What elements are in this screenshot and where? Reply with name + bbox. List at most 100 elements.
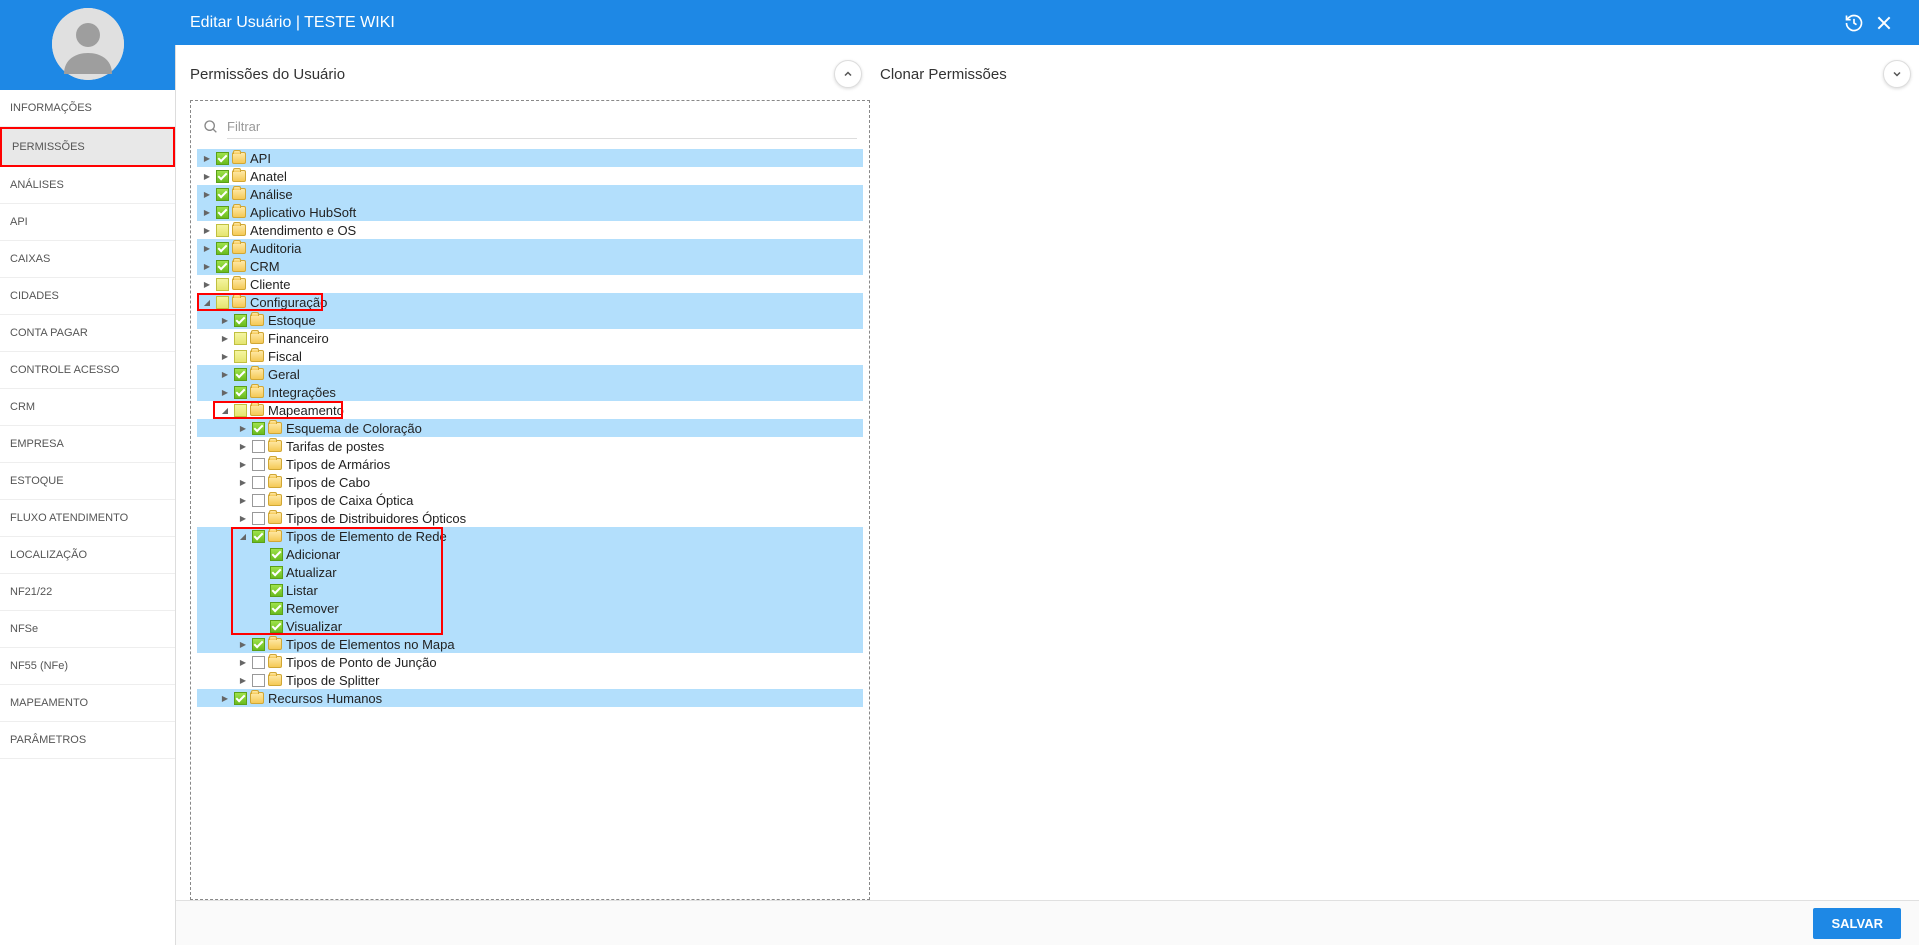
tree-toggle-icon[interactable]: ▶ — [237, 640, 249, 649]
tree-checkbox[interactable] — [216, 170, 229, 183]
sidebar-item[interactable]: FLUXO ATENDIMENTO — [0, 500, 175, 537]
tree-checkbox[interactable] — [270, 584, 283, 597]
tree-checkbox[interactable] — [216, 260, 229, 273]
tree-toggle-icon[interactable]: ▶ — [201, 262, 213, 271]
tree-row[interactable]: ▶Geral — [197, 365, 863, 383]
permissions-tree[interactable]: ▶API▶Anatel▶Análise▶Aplicativo HubSoft▶A… — [197, 149, 863, 893]
tree-checkbox[interactable] — [216, 152, 229, 165]
tree-checkbox[interactable] — [216, 296, 229, 309]
tree-checkbox[interactable] — [234, 314, 247, 327]
close-icon[interactable] — [1869, 8, 1899, 38]
tree-row[interactable]: ▶CRM — [197, 257, 863, 275]
tree-row[interactable]: ◢Configuração — [197, 293, 863, 311]
tree-toggle-icon[interactable]: ▶ — [237, 460, 249, 469]
tree-checkbox[interactable] — [252, 638, 265, 651]
tree-row[interactable]: Atualizar — [197, 563, 863, 581]
sidebar-item[interactable]: CONTA PAGAR — [0, 315, 175, 352]
tree-checkbox[interactable] — [216, 206, 229, 219]
tree-checkbox[interactable] — [252, 656, 265, 669]
tree-toggle-icon[interactable]: ▶ — [201, 208, 213, 217]
tree-row[interactable]: ▶Financeiro — [197, 329, 863, 347]
tree-row[interactable]: ▶Estoque — [197, 311, 863, 329]
tree-toggle-icon[interactable]: ◢ — [219, 406, 231, 415]
tree-row[interactable]: Remover — [197, 599, 863, 617]
tree-row[interactable]: ▶Cliente — [197, 275, 863, 293]
sidebar-item[interactable]: CONTROLE ACESSO — [0, 352, 175, 389]
tree-row[interactable]: ▶Tarifas de postes — [197, 437, 863, 455]
tree-checkbox[interactable] — [252, 674, 265, 687]
tree-checkbox[interactable] — [252, 440, 265, 453]
sidebar-item[interactable]: NF55 (NFe) — [0, 648, 175, 685]
tree-checkbox[interactable] — [252, 422, 265, 435]
tree-checkbox[interactable] — [234, 368, 247, 381]
tree-row[interactable]: ▶Tipos de Caixa Óptica — [197, 491, 863, 509]
save-button[interactable]: SALVAR — [1813, 908, 1901, 939]
tree-row[interactable]: ▶Tipos de Ponto de Junção — [197, 653, 863, 671]
tree-row[interactable]: ▶Aplicativo HubSoft — [197, 203, 863, 221]
tree-checkbox[interactable] — [234, 350, 247, 363]
sidebar-item[interactable]: PERMISSÕES — [0, 127, 175, 167]
tree-toggle-icon[interactable]: ▶ — [237, 424, 249, 433]
tree-checkbox[interactable] — [270, 620, 283, 633]
tree-toggle-icon[interactable]: ▶ — [237, 676, 249, 685]
sidebar-item[interactable]: PARÂMETROS — [0, 722, 175, 759]
tree-row[interactable]: ▶Tipos de Splitter — [197, 671, 863, 689]
sidebar-item[interactable]: ANÁLISES — [0, 167, 175, 204]
tree-toggle-icon[interactable]: ▶ — [201, 172, 213, 181]
tree-toggle-icon[interactable]: ▶ — [201, 154, 213, 163]
tree-row[interactable]: ◢Tipos de Elemento de Rede — [197, 527, 863, 545]
tree-checkbox[interactable] — [270, 566, 283, 579]
tree-toggle-icon[interactable]: ▶ — [201, 190, 213, 199]
tree-toggle-icon[interactable]: ▶ — [201, 226, 213, 235]
tree-checkbox[interactable] — [270, 602, 283, 615]
tree-checkbox[interactable] — [234, 386, 247, 399]
sidebar-item[interactable]: CIDADES — [0, 278, 175, 315]
filter-input[interactable] — [227, 115, 857, 139]
tree-toggle-icon[interactable]: ▶ — [219, 370, 231, 379]
tree-toggle-icon[interactable]: ▶ — [219, 694, 231, 703]
tree-toggle-icon[interactable]: ▶ — [219, 388, 231, 397]
sidebar-item[interactable]: NF21/22 — [0, 574, 175, 611]
tree-row[interactable]: ▶Recursos Humanos — [197, 689, 863, 707]
tree-checkbox[interactable] — [216, 224, 229, 237]
tree-row[interactable]: ▶Anatel — [197, 167, 863, 185]
tree-checkbox[interactable] — [252, 512, 265, 525]
tree-toggle-icon[interactable]: ▶ — [201, 280, 213, 289]
tree-toggle-icon[interactable]: ▶ — [237, 442, 249, 451]
tree-checkbox[interactable] — [252, 476, 265, 489]
collapse-panel-button[interactable] — [834, 60, 862, 88]
tree-toggle-icon[interactable]: ▶ — [237, 478, 249, 487]
sidebar-item[interactable]: CRM — [0, 389, 175, 426]
tree-row[interactable]: ▶Fiscal — [197, 347, 863, 365]
sidebar-item[interactable]: NFSe — [0, 611, 175, 648]
tree-row[interactable]: ▶Atendimento e OS — [197, 221, 863, 239]
tree-checkbox[interactable] — [216, 188, 229, 201]
tree-toggle-icon[interactable]: ▶ — [201, 244, 213, 253]
tree-toggle-icon[interactable]: ▶ — [237, 496, 249, 505]
tree-row[interactable]: ▶Integrações — [197, 383, 863, 401]
sidebar-item[interactable]: MAPEAMENTO — [0, 685, 175, 722]
tree-checkbox[interactable] — [234, 692, 247, 705]
sidebar-item[interactable]: CAIXAS — [0, 241, 175, 278]
tree-toggle-icon[interactable]: ◢ — [201, 298, 213, 307]
sidebar-item[interactable]: INFORMAÇÕES — [0, 90, 175, 127]
tree-toggle-icon[interactable]: ▶ — [237, 658, 249, 667]
tree-toggle-icon[interactable]: ◢ — [237, 532, 249, 541]
tree-checkbox[interactable] — [216, 278, 229, 291]
tree-row[interactable]: ▶Tipos de Armários — [197, 455, 863, 473]
tree-toggle-icon[interactable]: ▶ — [219, 334, 231, 343]
tree-row[interactable]: ▶Tipos de Distribuidores Ópticos — [197, 509, 863, 527]
tree-row[interactable]: ▶Tipos de Elementos no Mapa — [197, 635, 863, 653]
sidebar-item[interactable]: LOCALIZAÇÃO — [0, 537, 175, 574]
tree-row[interactable]: Adicionar — [197, 545, 863, 563]
tree-checkbox[interactable] — [216, 242, 229, 255]
tree-checkbox[interactable] — [252, 530, 265, 543]
tree-checkbox[interactable] — [252, 494, 265, 507]
sidebar-item[interactable]: API — [0, 204, 175, 241]
history-icon[interactable] — [1839, 8, 1869, 38]
tree-toggle-icon[interactable]: ▶ — [219, 352, 231, 361]
tree-row[interactable]: ▶Esquema de Coloração — [197, 419, 863, 437]
tree-checkbox[interactable] — [234, 404, 247, 417]
tree-row[interactable]: ▶API — [197, 149, 863, 167]
tree-row[interactable]: Visualizar — [197, 617, 863, 635]
